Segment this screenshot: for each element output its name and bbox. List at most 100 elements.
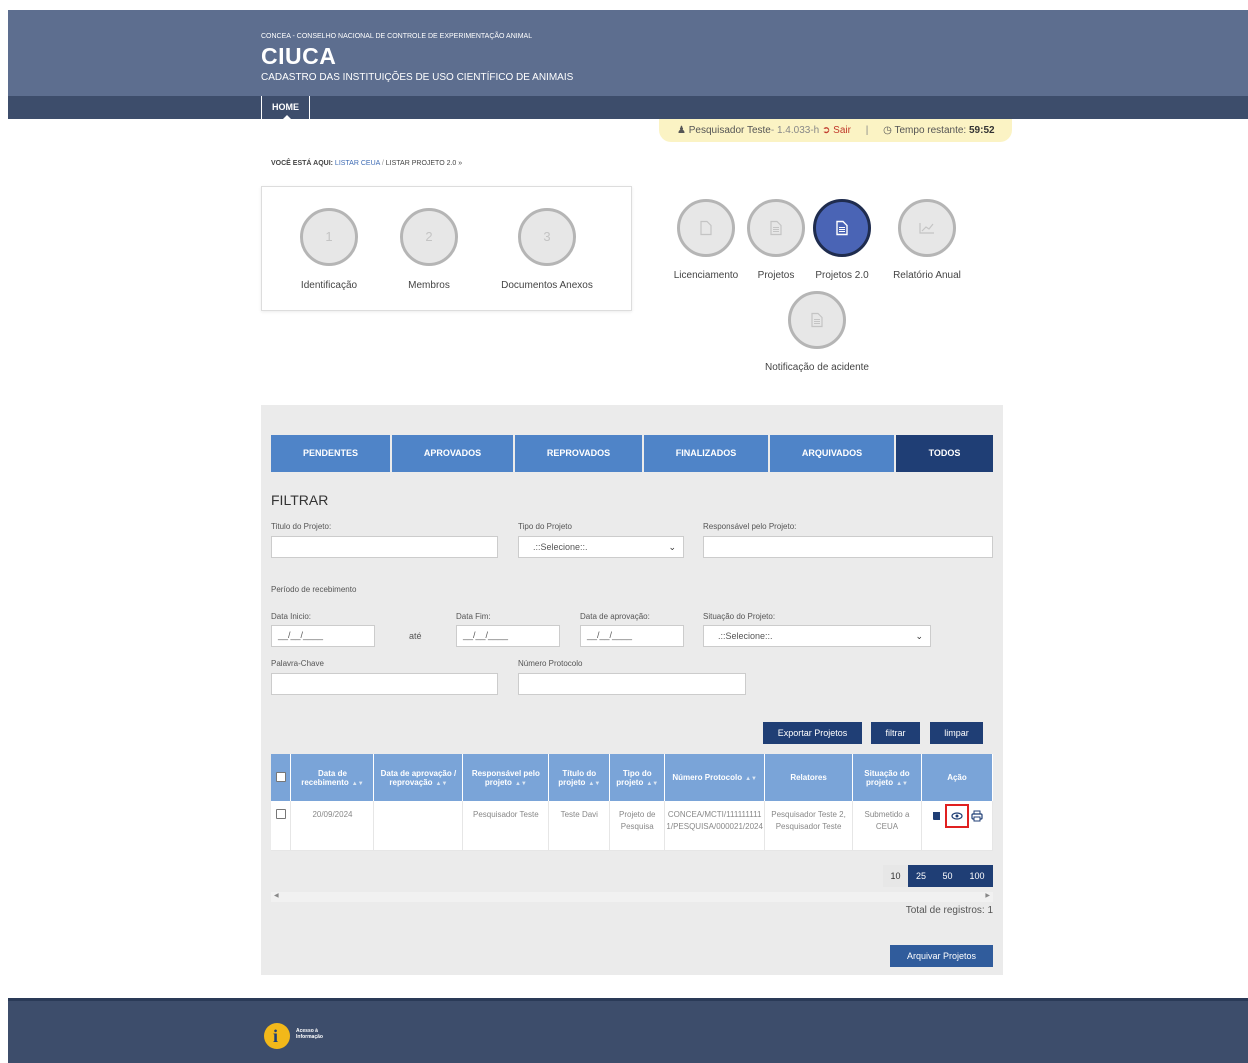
nav-home[interactable]: HOME bbox=[261, 96, 310, 120]
logo-text: Acesso à Informação bbox=[296, 1028, 323, 1040]
projects-table: Data de recebimento ▲▼ Data de aprovação … bbox=[271, 754, 994, 851]
print-icon[interactable] bbox=[970, 809, 984, 823]
responsavel-input[interactable] bbox=[703, 536, 993, 558]
table-header-row: Data de recebimento ▲▼ Data de aprovação … bbox=[271, 754, 994, 801]
col-titulo[interactable]: Título do projeto ▲▼ bbox=[548, 754, 611, 801]
module-relatorio-anual[interactable]: Relatório Anual bbox=[887, 199, 967, 281]
step-label: Documentos Anexos bbox=[501, 280, 593, 291]
data-aprovacao-label: Data de aprovação: bbox=[580, 612, 650, 621]
numero-protocolo-input[interactable] bbox=[518, 673, 746, 695]
col-situacao[interactable]: Situação do projeto ▲▼ bbox=[852, 754, 922, 801]
col-tipo[interactable]: Tipo do projeto ▲▼ bbox=[609, 754, 666, 801]
logout-link[interactable]: ➲ Sair bbox=[822, 125, 851, 136]
time-remaining: 59:52 bbox=[968, 125, 995, 136]
tab-todos[interactable]: TODOS bbox=[896, 435, 993, 472]
data-inicio-input[interactable]: __/__/____ bbox=[271, 625, 375, 647]
chevron-down-icon: ⌄ bbox=[915, 631, 923, 641]
module-notificacao[interactable]: Notificação de acidente bbox=[762, 291, 872, 373]
book-icon[interactable] bbox=[930, 809, 944, 823]
step-documentos[interactable]: 3 Documentos Anexos bbox=[497, 208, 597, 291]
site-header: CONCEA - CONSELHO NACIONAL DE CONTROLE D… bbox=[8, 10, 1248, 96]
projects-panel: PENDENTES APROVADOS REPROVADOS FINALIZAD… bbox=[261, 405, 1003, 975]
header-label: Relatores bbox=[790, 773, 827, 782]
arquivar-projetos-button[interactable]: Arquivar Projetos bbox=[890, 945, 993, 967]
page-size-100[interactable]: 100 bbox=[961, 865, 993, 887]
filtrar-button[interactable]: filtrar bbox=[871, 722, 920, 744]
responsavel-label: Responsável pelo Projeto: bbox=[703, 522, 797, 531]
titulo-label: Titulo do Projeto: bbox=[271, 522, 332, 531]
time-label: Tempo restante: bbox=[894, 125, 967, 136]
sort-icon: ▲▼ bbox=[745, 776, 757, 782]
titulo-input[interactable] bbox=[271, 536, 498, 558]
palavra-chave-label: Palavra-Chave bbox=[271, 659, 324, 668]
app-version: - 1.4.033-h bbox=[770, 125, 820, 136]
col-responsavel[interactable]: Responsável pelo projeto ▲▼ bbox=[462, 754, 550, 801]
data-fim-input[interactable]: __/__/____ bbox=[456, 625, 560, 647]
view-eye-icon[interactable] bbox=[944, 804, 969, 828]
logout-label: Sair bbox=[833, 125, 851, 136]
tipo-select[interactable]: .::Selecione::. ⌄ bbox=[518, 536, 684, 558]
scroll-right-icon[interactable]: ▶ bbox=[985, 892, 990, 899]
filter-title: FILTRAR bbox=[271, 492, 329, 508]
breadcrumb-current: LISTAR PROJETO 2.0 » bbox=[385, 160, 463, 167]
main-nav: HOME bbox=[8, 96, 1248, 120]
module-projetos-2[interactable]: Projetos 2.0 bbox=[807, 199, 877, 281]
tab-pendentes[interactable]: PENDENTES bbox=[271, 435, 390, 472]
situacao-select-value: .::Selecione::. bbox=[718, 631, 773, 641]
org-name: CONCEA - CONSELHO NACIONAL DE CONTROLE D… bbox=[261, 33, 533, 40]
module-licenciamento[interactable]: Licenciamento bbox=[671, 199, 741, 281]
page-size-selector: 10 25 50 100 bbox=[883, 865, 993, 887]
situacao-select[interactable]: .::Selecione::. ⌄ bbox=[703, 625, 931, 647]
sort-icon: ▲▼ bbox=[435, 780, 448, 787]
col-data-recebimento[interactable]: Data de recebimento ▲▼ bbox=[290, 754, 375, 801]
module-label: Projetos bbox=[757, 270, 795, 281]
tab-reprovados[interactable]: REPROVADOS bbox=[515, 435, 642, 472]
col-acao: Ação bbox=[921, 754, 994, 801]
chart-icon bbox=[919, 223, 934, 234]
page-size-10[interactable]: 10 bbox=[883, 865, 908, 887]
row-actions bbox=[930, 804, 984, 828]
step-membros[interactable]: 2 Membros bbox=[399, 208, 459, 291]
exportar-projetos-button[interactable]: Exportar Projetos bbox=[763, 722, 862, 744]
breadcrumb-prefix: VOCÊ ESTÁ AQUI: bbox=[271, 160, 333, 167]
select-all-checkbox[interactable] bbox=[275, 771, 286, 782]
limpar-button[interactable]: limpar bbox=[930, 722, 983, 744]
module-circle-active bbox=[813, 199, 871, 257]
data-inicio-label: Data Inicio: bbox=[271, 612, 312, 621]
breadcrumb-separator: / bbox=[381, 160, 384, 167]
cell-titulo: Teste Davi bbox=[548, 801, 611, 851]
module-label: Relatório Anual bbox=[893, 270, 961, 281]
sort-icon: ▲▼ bbox=[646, 780, 659, 787]
ate-label: até bbox=[409, 631, 422, 641]
step-label: Identificação bbox=[300, 280, 358, 291]
tab-aprovados[interactable]: APROVADOS bbox=[392, 435, 513, 472]
brand-title[interactable]: CIUCA bbox=[261, 43, 336, 70]
page-size-50[interactable]: 50 bbox=[934, 865, 961, 887]
tab-arquivados[interactable]: ARQUIVADOS bbox=[770, 435, 894, 472]
cell-data-recebimento: 20/09/2024 bbox=[290, 801, 375, 851]
tab-finalizados[interactable]: FINALIZADOS bbox=[644, 435, 768, 472]
info-icon: i bbox=[273, 1026, 279, 1046]
data-aprovacao-input[interactable]: __/__/____ bbox=[580, 625, 684, 647]
cell-tipo: Projeto de Pesquisa bbox=[609, 801, 666, 851]
col-data-aprovacao[interactable]: Data de aprovação / reprovação ▲▼ bbox=[373, 754, 464, 801]
step-label: Membros bbox=[408, 280, 450, 291]
module-circle bbox=[677, 199, 735, 257]
row-checkbox[interactable] bbox=[275, 809, 286, 819]
document-icon bbox=[770, 220, 782, 236]
step-identificacao[interactable]: 1 Identificação bbox=[299, 208, 359, 291]
palavra-chave-input[interactable] bbox=[271, 673, 498, 695]
user-name: Pesquisador Teste bbox=[688, 125, 771, 136]
scroll-left-icon[interactable]: ◀ bbox=[274, 892, 279, 899]
data-fim-label: Data Fim: bbox=[456, 612, 491, 621]
page-size-25[interactable]: 25 bbox=[908, 865, 934, 887]
module-projetos[interactable]: Projetos bbox=[741, 199, 811, 281]
breadcrumb-listar-ceua[interactable]: LISTAR CEUA bbox=[335, 160, 380, 167]
periodo-label: Período de recebimento bbox=[271, 585, 357, 594]
col-numero-protocolo[interactable]: Número Protocolo ▲▼ bbox=[664, 754, 766, 801]
site-footer: i Acesso à Informação bbox=[8, 998, 1248, 1063]
userbar-separator: | bbox=[865, 125, 869, 136]
col-relatores: Relatores bbox=[764, 754, 853, 801]
horizontal-scrollbar[interactable]: ◀ ▶ bbox=[271, 892, 993, 902]
acesso-informacao-logo[interactable]: i bbox=[264, 1023, 290, 1049]
